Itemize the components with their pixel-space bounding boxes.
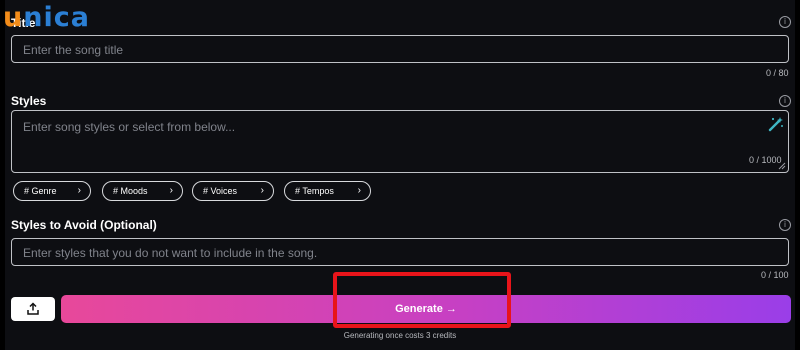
credits-note: Generating once costs 3 credits	[343, 331, 457, 340]
styles-info-icon[interactable]: i	[779, 95, 791, 107]
chip-voices[interactable]: # Voices ›	[192, 181, 274, 201]
magic-wand-icon[interactable]	[768, 116, 784, 132]
styles-placeholder: Enter song styles or select from below..…	[23, 120, 236, 134]
chip-genre[interactable]: # Genre ›	[13, 181, 91, 201]
upload-button[interactable]	[11, 297, 55, 321]
title-placeholder: Enter the song title	[23, 43, 124, 57]
generate-button[interactable]: Generate →	[61, 295, 791, 323]
chip-genre-label: # Genre	[24, 186, 57, 196]
chip-moods-label: # Moods	[113, 186, 148, 196]
styles-label: Styles	[11, 94, 47, 108]
chip-moods[interactable]: # Moods ›	[102, 181, 183, 201]
chip-tempos-label: # Tempos	[295, 186, 334, 196]
logo-first-letter: u	[3, 2, 24, 33]
chevron-right-icon: ›	[77, 185, 81, 196]
chevron-right-icon: ›	[260, 185, 264, 196]
styles-counter: 0 / 1000	[749, 155, 782, 165]
logo-rest: nica	[23, 2, 90, 33]
avoid-label: Styles to Avoid (Optional)	[11, 218, 157, 232]
title-counter: 0 / 80	[766, 68, 789, 78]
chevron-right-icon: ›	[357, 185, 361, 196]
chip-voices-label: # Voices	[203, 186, 238, 196]
resize-handle-icon[interactable]	[778, 162, 786, 170]
avoid-placeholder: Enter styles that you do not want to inc…	[23, 246, 318, 260]
chip-tempos[interactable]: # Tempos ›	[284, 181, 371, 201]
avoid-counter: 0 / 100	[761, 270, 789, 280]
upload-icon	[27, 302, 39, 315]
chevron-right-icon: ›	[169, 185, 173, 196]
title-input[interactable]: Enter the song title	[11, 35, 789, 63]
avoid-info-icon[interactable]: i	[779, 219, 791, 231]
title-info-icon[interactable]: i	[779, 16, 791, 28]
avoid-input[interactable]: Enter styles that you do not want to inc…	[11, 238, 789, 266]
styles-textarea[interactable]: Enter song styles or select from below..…	[11, 110, 789, 173]
unica-logo: unica	[3, 2, 90, 34]
